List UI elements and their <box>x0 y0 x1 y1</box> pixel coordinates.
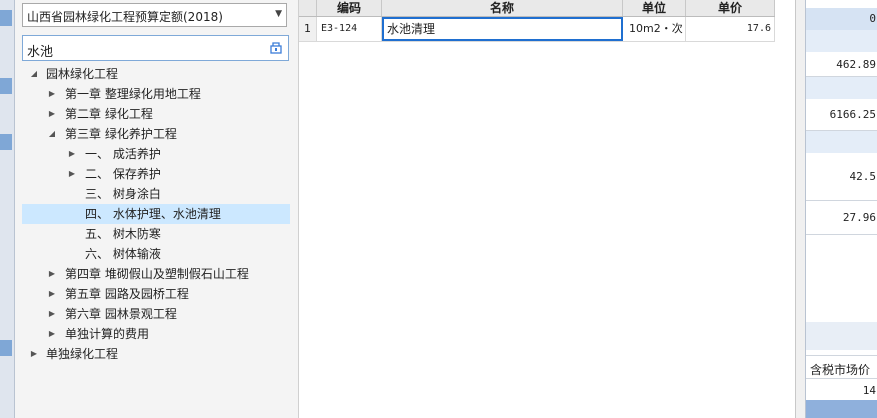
tree-node-chapter1[interactable]: ▶ 第一章 整理绿化用地工程 <box>22 84 290 104</box>
background-window-edge <box>0 0 15 418</box>
grid-header-label: 含税市场价 <box>810 363 871 377</box>
grid-value: 14 <box>862 384 876 397</box>
search-input[interactable]: 水池 <box>22 35 289 61</box>
table-row[interactable]: 1 E3-124 水池清理 10m2・次 17.6 <box>299 17 775 42</box>
tree-node-chapter6[interactable]: ▶ 第六章 园林景观工程 <box>22 304 290 324</box>
collapsed-arrow-icon[interactable]: ▶ <box>66 164 78 184</box>
tree-node-separate-fees[interactable]: ▶ 单独计算的费用 <box>22 324 290 344</box>
background-highlight <box>0 10 12 26</box>
grid-band <box>806 77 877 99</box>
header-unit[interactable]: 单位 <box>623 0 686 16</box>
tree-node-chapter5[interactable]: ▶ 第五章 园路及园桥工程 <box>22 284 290 304</box>
expanded-arrow-icon[interactable]: ◢ <box>28 64 40 84</box>
grid-line <box>806 200 877 201</box>
grid-line <box>806 234 877 235</box>
grid-band: 0 <box>806 8 877 30</box>
header-index <box>299 0 317 16</box>
cell-unit[interactable]: 10m2・次 <box>623 17 686 41</box>
collapsed-arrow-icon[interactable]: ▶ <box>46 284 58 304</box>
collapsed-arrow-icon[interactable]: ▶ <box>46 304 58 324</box>
grid-line <box>806 378 877 379</box>
tree-node-chapter4[interactable]: ▶ 第四章 堆砌假山及塑制假石山工程 <box>22 264 290 284</box>
grid-band <box>806 400 877 418</box>
row-index: 1 <box>299 17 317 41</box>
table-header: 编码 名称 单位 单价 <box>299 0 775 17</box>
background-grid-panel: 0 462.89 6166.25 42.5 27.96 含税市场价 14 <box>805 0 877 418</box>
search-filter-icon[interactable] <box>269 40 283 54</box>
background-highlight <box>0 134 12 150</box>
collapsed-arrow-icon[interactable]: ▶ <box>46 324 58 344</box>
collapsed-arrow-icon[interactable]: ▶ <box>46 104 58 124</box>
background-highlight <box>0 340 12 356</box>
tree-node-survival-care[interactable]: ▶ 一、 成活养护 <box>22 144 290 164</box>
tree-node-tree-cold-protection[interactable]: 五、 树木防寒 <box>22 224 290 244</box>
collapsed-arrow-icon[interactable]: ▶ <box>28 344 40 364</box>
tree-node-tree-infusion[interactable]: 六、 树体输液 <box>22 244 290 264</box>
grid-value: 42.5 <box>849 170 877 183</box>
chevron-down-icon[interactable]: ▼ <box>275 9 282 19</box>
tree-node-pool-cleaning[interactable]: 四、 水体护理、水池清理 <box>22 204 290 224</box>
tree-node-chapter2[interactable]: ▶ 第二章 绿化工程 <box>22 104 290 124</box>
header-price[interactable]: 单价 <box>686 0 775 16</box>
collapsed-arrow-icon[interactable]: ▶ <box>46 84 58 104</box>
header-name[interactable]: 名称 <box>382 0 623 16</box>
grid-value: 27.96 <box>842 211 876 224</box>
tree-node-separate-landscaping[interactable]: ▶ 单独绿化工程 <box>22 344 290 364</box>
grid-band <box>806 322 877 350</box>
category-tree: ◢ 园林绿化工程 ▶ 第一章 整理绿化用地工程 ▶ 第二章 绿化工程 ◢ 第三章… <box>22 64 290 364</box>
cell-code[interactable]: E3-124 <box>317 17 382 41</box>
tree-node-trunk-whitening[interactable]: 三、 树身涂白 <box>22 184 290 204</box>
panel-divider <box>796 0 805 418</box>
search-input-value: 水池 <box>27 45 54 60</box>
tree-node-landscaping[interactable]: ◢ 园林绿化工程 <box>22 64 290 84</box>
collapsed-arrow-icon[interactable]: ▶ <box>66 144 78 164</box>
tree-node-preservation-care[interactable]: ▶ 二、 保存养护 <box>22 164 290 184</box>
quota-table <box>299 0 796 418</box>
header-code[interactable]: 编码 <box>317 0 382 16</box>
cell-price[interactable]: 17.6 <box>686 17 775 41</box>
expanded-arrow-icon[interactable]: ◢ <box>46 124 58 144</box>
grid-value: 6166.25 <box>829 108 876 121</box>
library-select[interactable]: 山西省园林绿化工程预算定额(2018) ▼ <box>22 3 287 27</box>
grid-band <box>806 30 877 52</box>
library-select-value: 山西省园林绿化工程预算定额(2018) <box>27 10 223 24</box>
cell-name-editing[interactable]: 水池清理 <box>382 17 623 41</box>
grid-value: 462.89 <box>836 58 876 71</box>
grid-band <box>806 131 877 153</box>
tree-node-chapter3[interactable]: ◢ 第三章 绿化养护工程 <box>22 124 290 144</box>
grid-line <box>806 355 877 356</box>
background-highlight <box>0 78 12 94</box>
collapsed-arrow-icon[interactable]: ▶ <box>46 264 58 284</box>
